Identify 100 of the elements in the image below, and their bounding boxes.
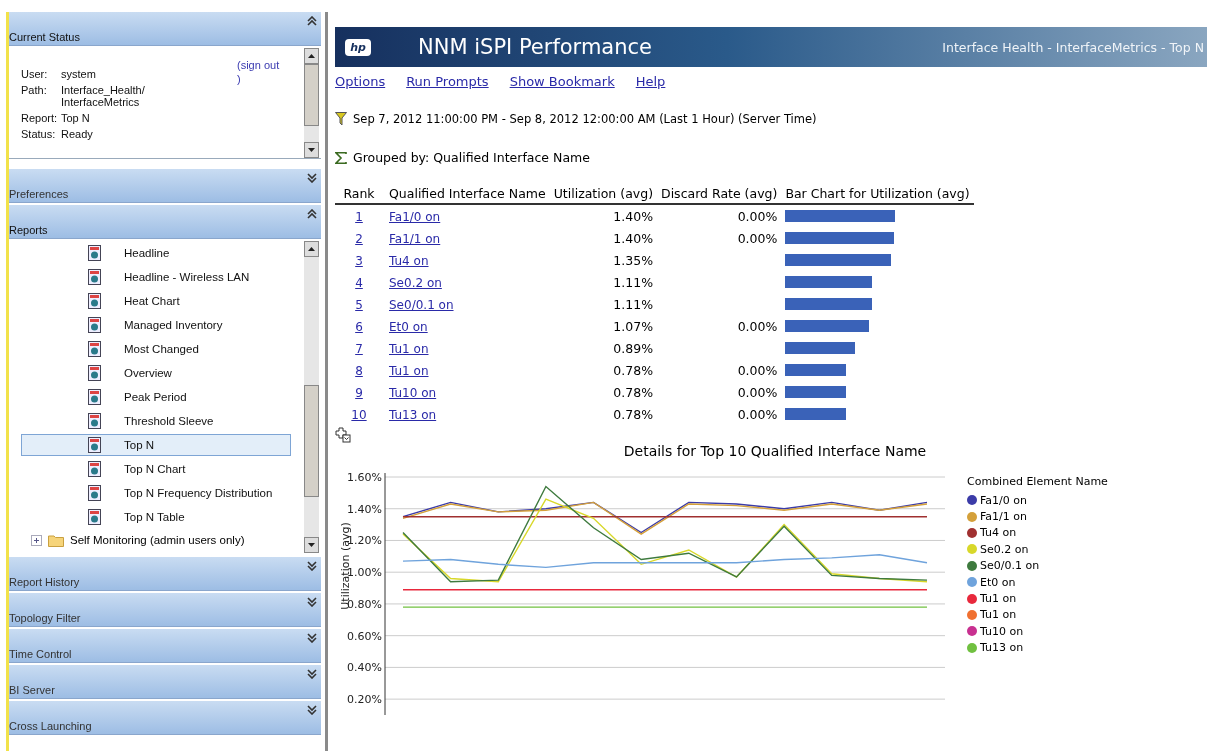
panel-header[interactable]: Topology Filter bbox=[9, 593, 321, 627]
utilization-bar bbox=[785, 386, 847, 398]
panel-title: Reports bbox=[9, 224, 48, 236]
panel-header[interactable]: Preferences bbox=[9, 169, 321, 203]
report-item[interactable]: Most Changed bbox=[21, 338, 291, 360]
utilization-bar bbox=[785, 342, 856, 354]
y-tick-label: 1.40% bbox=[347, 502, 382, 516]
report-item[interactable]: Overview bbox=[21, 362, 291, 384]
report-icon bbox=[88, 269, 101, 285]
legend-label: Tu10 on bbox=[980, 624, 1024, 638]
report-icon bbox=[88, 413, 101, 429]
chevron-icon[interactable] bbox=[307, 209, 317, 219]
report-item[interactable]: Managed Inventory bbox=[21, 314, 291, 336]
interface-link[interactable]: Fa1/0 on bbox=[389, 209, 441, 224]
table-cell: 0.00% bbox=[737, 318, 778, 334]
nav-link[interactable]: Run Prompts bbox=[406, 74, 489, 89]
chevron-icon[interactable] bbox=[307, 669, 317, 679]
interface-link[interactable]: Et0 on bbox=[389, 319, 428, 334]
folder-item[interactable]: Self Monitoring (admin users only) bbox=[9, 530, 321, 550]
rank-link[interactable]: 4 bbox=[355, 275, 363, 290]
chevron-icon[interactable] bbox=[307, 705, 317, 715]
field-label: User: bbox=[21, 68, 49, 80]
table-cell: 1.07% bbox=[613, 318, 653, 334]
table-cell: 0.78% bbox=[613, 362, 653, 378]
report-item[interactable]: Top N Table bbox=[21, 506, 291, 528]
legend-label: Se0.2 on bbox=[980, 542, 1029, 556]
chevron-icon[interactable] bbox=[307, 16, 317, 26]
table-cell: 0.00% bbox=[737, 384, 778, 400]
report-icon bbox=[88, 509, 101, 525]
chevron-icon[interactable] bbox=[307, 173, 317, 183]
panel-title: Topology Filter bbox=[9, 612, 81, 624]
legend-label: Fa1/0 on bbox=[980, 493, 1027, 507]
nav-link[interactable]: Help bbox=[635, 74, 666, 89]
interface-link[interactable]: Tu1 on bbox=[389, 363, 429, 378]
scrollbar[interactable] bbox=[304, 48, 319, 158]
time-range: Sep 7, 2012 11:00:00 PM - Sep 8, 2012 12:00:00 AM (Last 1 Hour) (Server Time) bbox=[353, 112, 817, 126]
report-icon bbox=[88, 485, 101, 501]
rank-link[interactable]: 6 bbox=[355, 319, 363, 334]
chevron-icon[interactable] bbox=[307, 633, 317, 643]
field-label: Status: bbox=[21, 128, 57, 140]
report-item[interactable]: Peak Period bbox=[21, 386, 291, 408]
panel-header[interactable]: BI Server bbox=[9, 665, 321, 699]
scroll-down-icon[interactable] bbox=[304, 537, 319, 553]
y-tick-label: 0.40% bbox=[347, 661, 382, 675]
line-series bbox=[402, 554, 928, 569]
interface-link[interactable]: Tu10 on bbox=[389, 385, 437, 400]
report-item[interactable]: Top N Chart bbox=[21, 458, 291, 480]
column-header: Discard Rate (avg) bbox=[657, 186, 782, 204]
report-item[interactable]: Heat Chart bbox=[21, 290, 291, 312]
y-tick-label: 0.60% bbox=[347, 629, 382, 643]
y-tick-label: 0.20% bbox=[347, 693, 382, 707]
legend-label: Tu1 on bbox=[980, 592, 1017, 606]
interface-link[interactable]: Se0.2 on bbox=[389, 275, 442, 290]
rank-link[interactable]: 5 bbox=[355, 297, 363, 312]
scroll-up-icon[interactable] bbox=[304, 241, 319, 257]
report-item[interactable]: Headline - Wireless LAN bbox=[21, 266, 291, 288]
chevron-icon[interactable] bbox=[307, 597, 317, 607]
rank-link[interactable]: 1 bbox=[355, 209, 363, 224]
interface-link[interactable]: Se0/0.1 on bbox=[389, 297, 454, 312]
interface-link[interactable]: Tu1 on bbox=[389, 341, 429, 356]
add-icon[interactable] bbox=[335, 427, 351, 443]
scroll-down-icon[interactable] bbox=[304, 142, 319, 158]
interface-link[interactable]: Tu13 on bbox=[389, 407, 437, 422]
expand-icon[interactable] bbox=[31, 534, 42, 546]
panel-title: Current Status bbox=[9, 31, 80, 43]
panel-title: BI Server bbox=[9, 684, 55, 696]
panel-header[interactable]: Cross Launching bbox=[9, 701, 321, 735]
rank-link[interactable]: 3 bbox=[355, 253, 363, 268]
column-header: Qualified Interface Name bbox=[383, 186, 550, 204]
rank-link[interactable]: 2 bbox=[355, 231, 363, 246]
scroll-up-icon[interactable] bbox=[304, 48, 319, 64]
scrollbar[interactable] bbox=[304, 241, 319, 553]
interface-link[interactable]: Fa1/1 on bbox=[389, 231, 441, 246]
nav-link[interactable]: Options bbox=[335, 74, 386, 89]
report-icon bbox=[88, 389, 101, 405]
table-cell: 1.35% bbox=[613, 252, 653, 268]
report-item[interactable]: Threshold Sleeve bbox=[21, 410, 291, 432]
report-item[interactable]: Headline bbox=[21, 242, 291, 264]
panel-header[interactable]: Time Control bbox=[9, 629, 321, 663]
interface-link[interactable]: Tu4 on bbox=[389, 253, 429, 268]
panel-header[interactable]: Reports bbox=[9, 205, 321, 239]
report-item[interactable]: Top N Frequency Distribution bbox=[21, 482, 291, 504]
panel-header[interactable]: Current Status bbox=[9, 12, 321, 46]
nav-link[interactable]: Show Bookmark bbox=[509, 74, 615, 89]
field-value: system bbox=[61, 68, 97, 80]
rank-link[interactable]: 8 bbox=[355, 363, 363, 378]
report-icon bbox=[88, 293, 101, 309]
report-item[interactable]: Top N bbox=[21, 434, 291, 456]
sign-out-link[interactable]: (sign out ) bbox=[237, 58, 280, 88]
table-cell: 1.11% bbox=[613, 296, 653, 312]
rank-link[interactable]: 10 bbox=[351, 407, 367, 422]
rank-link[interactable]: 9 bbox=[355, 385, 363, 400]
sum-icon bbox=[335, 151, 347, 164]
legend-label: Fa1/1 on bbox=[980, 510, 1027, 524]
rank-link[interactable]: 7 bbox=[355, 341, 363, 356]
table-cell: 0.00% bbox=[737, 362, 778, 378]
panel-header[interactable]: Report History bbox=[9, 557, 321, 591]
chevron-icon[interactable] bbox=[307, 561, 317, 571]
utilization-bar bbox=[785, 364, 847, 376]
panel-title: Time Control bbox=[9, 648, 72, 660]
